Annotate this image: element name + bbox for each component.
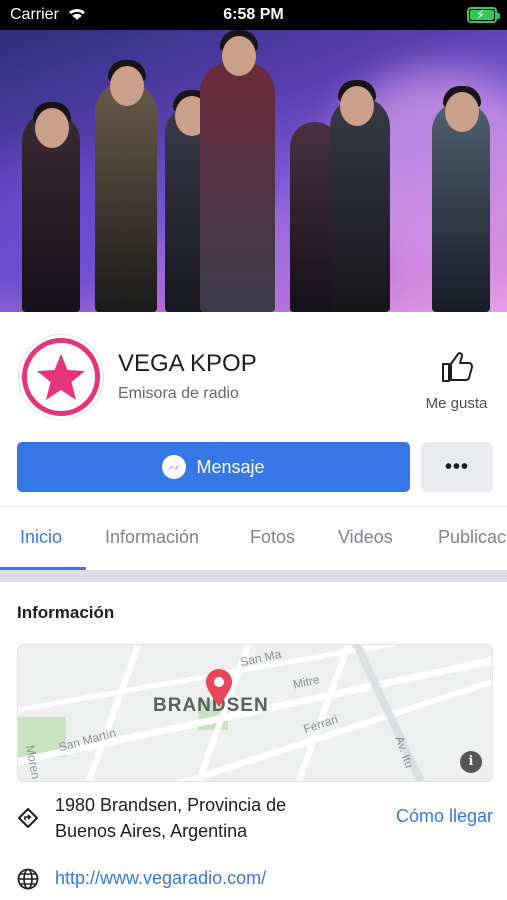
star-logo-icon bbox=[37, 354, 85, 400]
tab-videos[interactable]: Videos bbox=[338, 527, 393, 548]
tab-fotos[interactable]: Fotos bbox=[250, 527, 295, 548]
tab-publicaciones[interactable]: Publicaciones bbox=[438, 527, 507, 548]
message-button[interactable]: Mensaje bbox=[17, 442, 410, 492]
like-label: Me gusta bbox=[425, 395, 488, 412]
messenger-icon bbox=[162, 455, 187, 479]
like-button[interactable]: Me gusta bbox=[414, 350, 499, 420]
page-avatar[interactable] bbox=[18, 334, 104, 420]
cover-photo[interactable] bbox=[0, 30, 507, 312]
street-label: Av. Itu bbox=[392, 734, 417, 770]
page-tabs: Inicio Información Fotos Videos Publicac… bbox=[0, 506, 507, 570]
website-row: http://www.vegaradio.com/ bbox=[0, 866, 507, 896]
page-header: VEGA KPOP Emisora de radio Me gusta bbox=[0, 312, 507, 442]
page-title: VEGA KPOP bbox=[118, 350, 257, 377]
more-options-button[interactable]: ••• bbox=[421, 442, 493, 492]
info-section-title: Información bbox=[17, 603, 115, 622]
message-label: Mensaje bbox=[196, 456, 265, 477]
directions-icon bbox=[18, 808, 38, 828]
map-info-icon[interactable]: i bbox=[460, 751, 482, 773]
status-bar: Carrier 6:58 PM ⚡ bbox=[0, 0, 507, 30]
website-link[interactable]: http://www.vegaradio.com/ bbox=[55, 868, 266, 889]
tab-inicio[interactable]: Inicio bbox=[20, 527, 62, 548]
clock: 6:58 PM bbox=[223, 6, 284, 23]
location-map[interactable]: San Martín San Ma Mitre Ferrari Av. Itu … bbox=[17, 644, 493, 782]
tab-informacion[interactable]: Información bbox=[105, 527, 199, 548]
section-divider bbox=[0, 570, 507, 582]
thumbs-up-icon bbox=[441, 352, 473, 382]
address-text: 1980 Brandsen, Provincia de Buenos Aires… bbox=[55, 795, 287, 841]
street-label: Mitre bbox=[291, 672, 321, 692]
page-category: Emisora de radio bbox=[118, 385, 239, 402]
globe-icon bbox=[17, 868, 39, 890]
battery-icon: ⚡ bbox=[467, 7, 500, 23]
map-pin-icon bbox=[206, 669, 232, 707]
get-directions-link[interactable]: Cómo llegar bbox=[396, 806, 493, 827]
address-row: 1980 Brandsen, Provincia de Buenos Aires… bbox=[0, 790, 507, 845]
